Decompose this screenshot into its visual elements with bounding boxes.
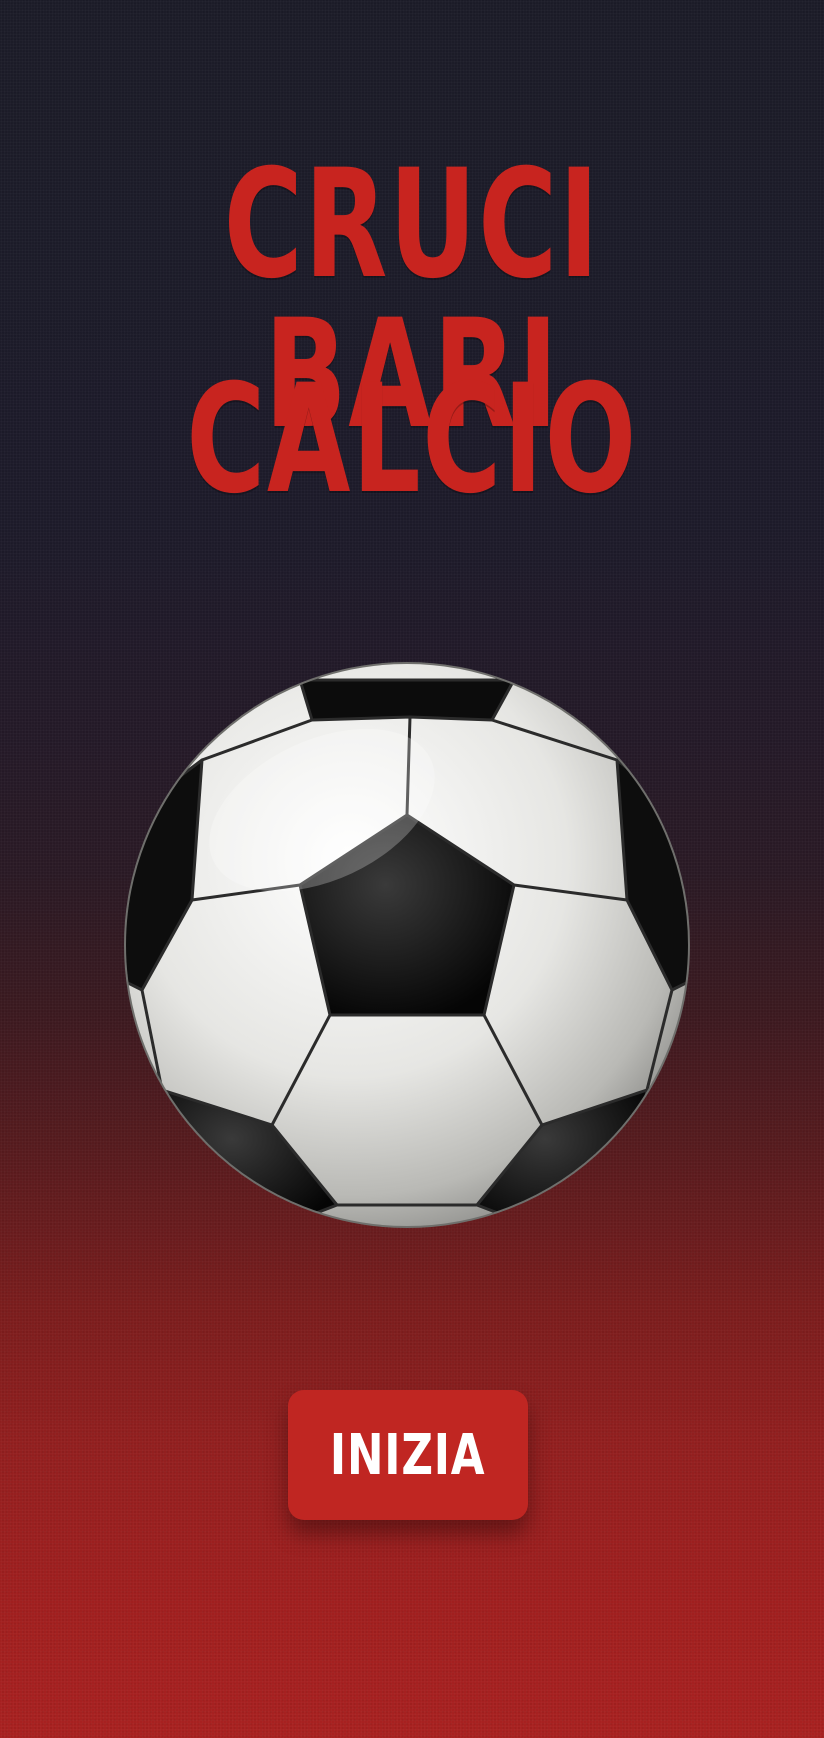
app-title-line-2: CALCIO (186, 353, 638, 527)
start-button-label: INIZIA (330, 1422, 486, 1488)
start-button[interactable]: INIZIA (288, 1390, 528, 1520)
soccer-ball-icon (122, 660, 692, 1230)
